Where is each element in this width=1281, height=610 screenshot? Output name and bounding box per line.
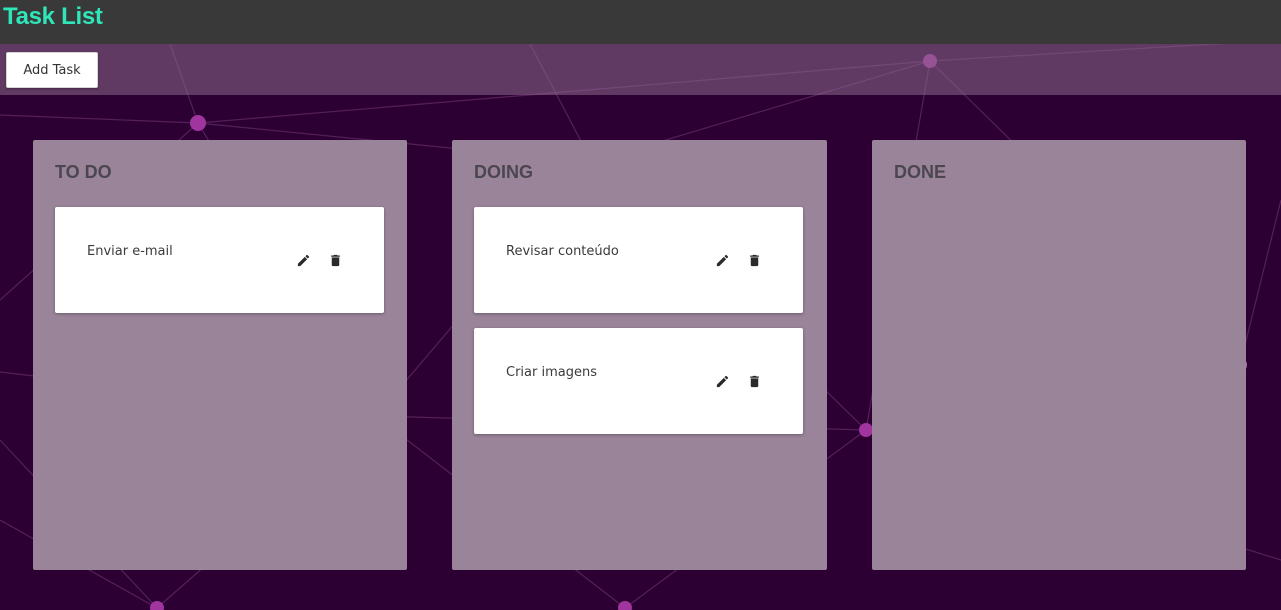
pencil-icon[interactable]: [714, 252, 730, 268]
add-task-button[interactable]: Add Task: [6, 52, 98, 88]
toolbar: Add Task: [0, 44, 1281, 95]
pencil-icon[interactable]: [714, 373, 730, 389]
task-text: Criar imagens: [506, 365, 597, 380]
task-card[interactable]: Revisar conteúdo: [474, 207, 803, 313]
column-title: DOING: [474, 162, 534, 182]
app-title: Task List: [3, 3, 103, 30]
trash-icon[interactable]: [327, 252, 343, 268]
task-card[interactable]: Criar imagens: [474, 328, 803, 434]
trash-icon[interactable]: [746, 252, 762, 268]
task-text: Enviar e-mail: [87, 244, 173, 259]
column-doing: DOING Revisar conteúdo Criar imagens: [452, 140, 827, 570]
column-title: DONE: [894, 162, 947, 182]
task-text: Revisar conteúdo: [506, 244, 619, 259]
app-header: Task List: [0, 0, 1281, 44]
pencil-icon[interactable]: [295, 252, 311, 268]
trash-icon[interactable]: [746, 373, 762, 389]
column-done: DONE: [872, 140, 1246, 570]
column-todo: TO DO Enviar e-mail: [33, 140, 407, 570]
task-card[interactable]: Enviar e-mail: [55, 207, 384, 313]
column-title: TO DO: [55, 162, 112, 182]
